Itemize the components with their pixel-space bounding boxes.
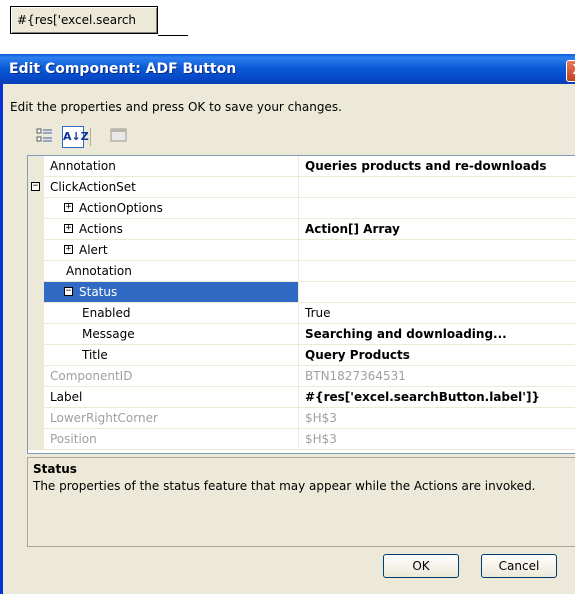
row-gutter bbox=[28, 303, 44, 324]
row-gutter bbox=[28, 198, 44, 219]
row-gutter bbox=[28, 387, 44, 408]
property-value[interactable] bbox=[299, 261, 575, 282]
property-name[interactable]: ComponentID bbox=[44, 366, 299, 387]
property-row[interactable]: − ClickActionSet bbox=[28, 177, 575, 198]
property-value[interactable] bbox=[299, 240, 575, 261]
property-value[interactable]: Queries products and re-downloads bbox=[299, 156, 575, 177]
property-row[interactable]: Annotation Queries products and re-downlo… bbox=[28, 156, 575, 177]
property-value[interactable]: Query Products bbox=[299, 345, 575, 366]
collapse-icon[interactable]: − bbox=[64, 287, 73, 296]
cancel-button[interactable]: Cancel bbox=[481, 554, 557, 578]
row-gutter bbox=[28, 366, 44, 387]
categorized-icon[interactable] bbox=[34, 126, 56, 148]
description-title: Status bbox=[33, 462, 77, 476]
property-name-label: ComponentID bbox=[50, 369, 133, 383]
property-row[interactable]: ComponentID BTN1827364531 bbox=[28, 366, 575, 387]
property-name[interactable]: Title bbox=[44, 345, 299, 366]
property-name[interactable]: Position bbox=[44, 429, 299, 450]
property-row[interactable]: Title Query Products bbox=[28, 345, 575, 366]
property-value[interactable]: $H$3 bbox=[299, 408, 575, 429]
expand-icon[interactable]: + bbox=[64, 245, 73, 254]
property-name[interactable]: Label bbox=[44, 387, 299, 408]
property-value[interactable] bbox=[299, 177, 575, 198]
alphabetical-sort-button[interactable]: A↓Z bbox=[62, 126, 89, 148]
property-row[interactable]: Enabled True bbox=[28, 303, 575, 324]
toolbar-separator bbox=[90, 128, 91, 146]
description-text: The properties of the status feature tha… bbox=[33, 479, 536, 493]
property-name[interactable]: LowerRightCorner bbox=[44, 408, 299, 429]
ok-button[interactable]: OK bbox=[383, 554, 459, 578]
description-panel: Status The properties of the status feat… bbox=[27, 457, 575, 547]
expand-icon[interactable]: + bbox=[64, 203, 73, 212]
property-name-label: Alert bbox=[79, 243, 108, 257]
row-gutter bbox=[28, 219, 44, 240]
property-name[interactable]: Message bbox=[44, 324, 299, 345]
property-name-label: Title bbox=[82, 348, 108, 362]
property-row[interactable]: Message Searching and downloading... bbox=[28, 324, 575, 345]
property-row[interactable]: Position $H$3 bbox=[28, 429, 575, 450]
property-row[interactable]: + Alert bbox=[28, 240, 575, 261]
property-value[interactable] bbox=[299, 198, 575, 219]
expand-icon[interactable]: + bbox=[64, 224, 73, 233]
property-name[interactable]: + Actions bbox=[44, 219, 299, 240]
property-name[interactable]: − Status bbox=[44, 282, 299, 303]
property-name-label: Label bbox=[50, 390, 83, 404]
property-pages-icon[interactable] bbox=[108, 126, 130, 148]
property-name[interactable]: Annotation bbox=[44, 261, 299, 282]
row-gutter bbox=[28, 240, 44, 261]
property-name-label: Actions bbox=[79, 222, 123, 236]
property-value[interactable]: Searching and downloading... bbox=[299, 324, 575, 345]
property-value[interactable]: True bbox=[299, 303, 575, 324]
property-row[interactable]: + ActionOptions bbox=[28, 198, 575, 219]
dialog-titlebar: Edit Component: ADF Button X bbox=[0, 54, 575, 84]
property-value[interactable]: $H$3 bbox=[299, 429, 575, 450]
close-button[interactable]: X bbox=[566, 60, 575, 82]
instructions-text: Edit the properties and press OK to save… bbox=[10, 100, 342, 114]
edit-component-dialog: Edit Component: ADF Button X Edit the pr… bbox=[0, 54, 575, 594]
property-name-label: Position bbox=[50, 432, 97, 446]
property-row[interactable]: Label #{res['excel.searchButton.label']} bbox=[28, 387, 575, 408]
row-gutter bbox=[28, 261, 44, 282]
property-name[interactable]: Annotation bbox=[44, 156, 299, 177]
row-gutter bbox=[28, 345, 44, 366]
property-name[interactable]: − ClickActionSet bbox=[31, 177, 299, 198]
property-row[interactable]: − Status bbox=[28, 282, 575, 303]
row-gutter bbox=[28, 324, 44, 345]
property-value[interactable]: Action[] Array bbox=[299, 219, 575, 240]
property-name[interactable]: Enabled bbox=[44, 303, 299, 324]
property-name-label: LowerRightCorner bbox=[50, 411, 158, 425]
property-name-label: Annotation bbox=[66, 264, 132, 278]
row-gutter bbox=[28, 156, 44, 177]
excel-cell-button[interactable]: #{res['excel.search bbox=[10, 6, 158, 34]
dialog-title: Edit Component: ADF Button bbox=[9, 61, 237, 77]
property-name-label: ClickActionSet bbox=[50, 180, 136, 194]
property-row[interactable]: LowerRightCorner $H$3 bbox=[28, 408, 575, 429]
row-gutter bbox=[28, 429, 44, 450]
property-value[interactable] bbox=[299, 282, 575, 303]
property-name-label: Enabled bbox=[82, 306, 131, 320]
row-gutter bbox=[28, 408, 44, 429]
property-name-label: Status bbox=[79, 285, 118, 299]
property-name[interactable]: + ActionOptions bbox=[44, 198, 299, 219]
property-row[interactable]: + Actions Action[] Array bbox=[28, 219, 575, 240]
property-name-label: Message bbox=[82, 327, 135, 341]
property-name-label: ActionOptions bbox=[79, 201, 163, 215]
property-row[interactable]: Annotation bbox=[28, 261, 575, 282]
property-grid: Annotation Queries products and re-downlo… bbox=[27, 155, 575, 454]
collapse-icon[interactable]: − bbox=[31, 182, 40, 191]
row-gutter bbox=[28, 282, 44, 303]
property-name[interactable]: + Alert bbox=[44, 240, 299, 261]
property-name-label: Annotation bbox=[50, 159, 116, 173]
property-value[interactable]: BTN1827364531 bbox=[299, 366, 575, 387]
cell-border-line bbox=[158, 35, 188, 36]
property-value[interactable]: #{res['excel.searchButton.label']} bbox=[299, 387, 575, 408]
